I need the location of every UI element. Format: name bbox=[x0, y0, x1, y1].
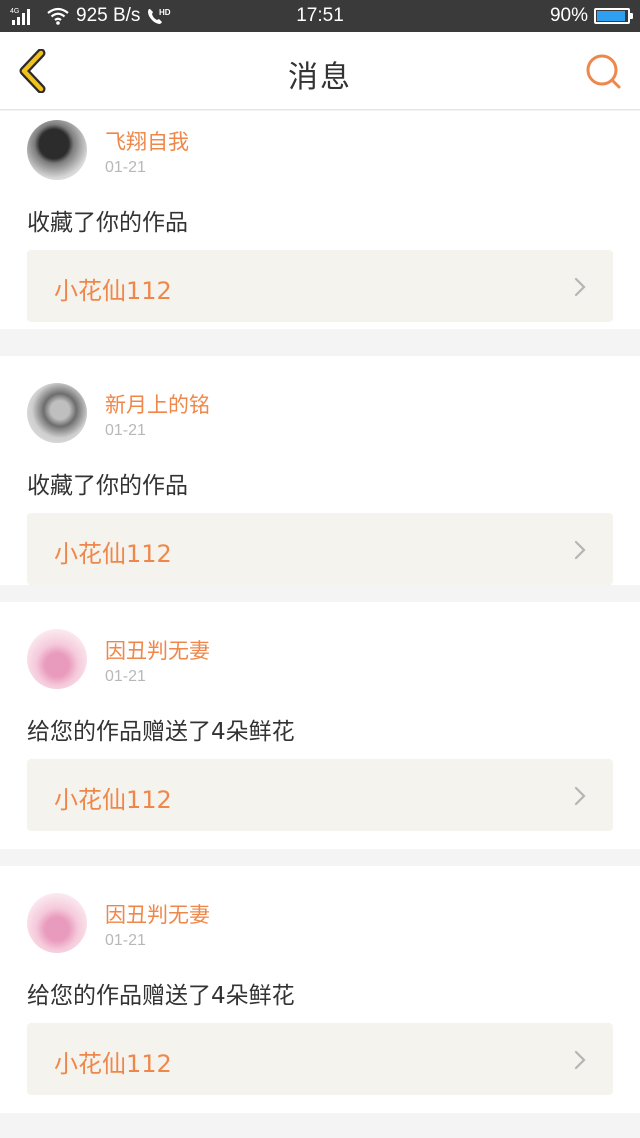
message-action: 收藏了你的作品 bbox=[27, 473, 188, 499]
page-title: 消息 bbox=[288, 60, 352, 95]
navigation-bar: 消息 bbox=[0, 32, 640, 110]
work-title: 小花仙112 bbox=[54, 540, 172, 568]
message-date: 01-21 bbox=[105, 422, 146, 439]
work-link[interactable]: 小花仙112 bbox=[27, 759, 613, 831]
avatar[interactable] bbox=[27, 120, 87, 180]
message-date: 01-21 bbox=[105, 932, 146, 949]
message-date: 01-21 bbox=[105, 668, 146, 685]
chevron-right-icon bbox=[574, 1050, 586, 1070]
username[interactable]: 新月上的铭 bbox=[105, 389, 210, 419]
username[interactable]: 飞翔自我 bbox=[105, 126, 189, 156]
work-title: 小花仙112 bbox=[54, 786, 172, 814]
battery-level: 90% bbox=[549, 5, 588, 26]
message-date: 01-21 bbox=[105, 159, 146, 176]
work-title: 小花仙112 bbox=[54, 277, 172, 305]
status-bar: 4G 925 B/s HD 17:51 90% bbox=[0, 0, 640, 32]
message-card: 因丑判无妻 01-21 给您的作品赠送了4朵鲜花 小花仙112 bbox=[0, 602, 640, 849]
message-list: 飞翔自我 01-21 收藏了你的作品 小花仙112 新月上的铭 01-21 收藏… bbox=[0, 111, 640, 1113]
status-right: 90% bbox=[549, 5, 633, 27]
status-time: 17:51 bbox=[296, 5, 344, 26]
message-action: 给您的作品赠送了4朵鲜花 bbox=[27, 983, 295, 1009]
chevron-right-icon bbox=[574, 277, 586, 297]
message-action: 收藏了你的作品 bbox=[27, 210, 188, 236]
chevron-right-icon bbox=[574, 786, 586, 806]
chevron-right-icon bbox=[574, 540, 586, 560]
divider bbox=[0, 329, 640, 356]
search-icon bbox=[586, 54, 621, 89]
divider bbox=[0, 585, 640, 602]
message-action: 给您的作品赠送了4朵鲜花 bbox=[27, 719, 295, 745]
work-title: 小花仙112 bbox=[54, 1050, 172, 1078]
avatar[interactable] bbox=[27, 383, 87, 443]
message-card: 因丑判无妻 01-21 给您的作品赠送了4朵鲜花 小花仙112 bbox=[0, 866, 640, 1113]
work-link[interactable]: 小花仙112 bbox=[27, 250, 613, 322]
username[interactable]: 因丑判无妻 bbox=[105, 635, 210, 665]
battery-icon bbox=[594, 8, 633, 24]
avatar[interactable] bbox=[27, 893, 87, 953]
username[interactable]: 因丑判无妻 bbox=[105, 899, 210, 929]
message-card: 飞翔自我 01-21 收藏了你的作品 小花仙112 bbox=[0, 111, 640, 329]
work-link[interactable]: 小花仙112 bbox=[27, 1023, 613, 1095]
work-link[interactable]: 小花仙112 bbox=[27, 513, 613, 585]
search-button[interactable] bbox=[584, 52, 624, 92]
message-card: 新月上的铭 01-21 收藏了你的作品 小花仙112 bbox=[0, 356, 640, 585]
divider bbox=[0, 849, 640, 866]
avatar[interactable] bbox=[27, 629, 87, 689]
